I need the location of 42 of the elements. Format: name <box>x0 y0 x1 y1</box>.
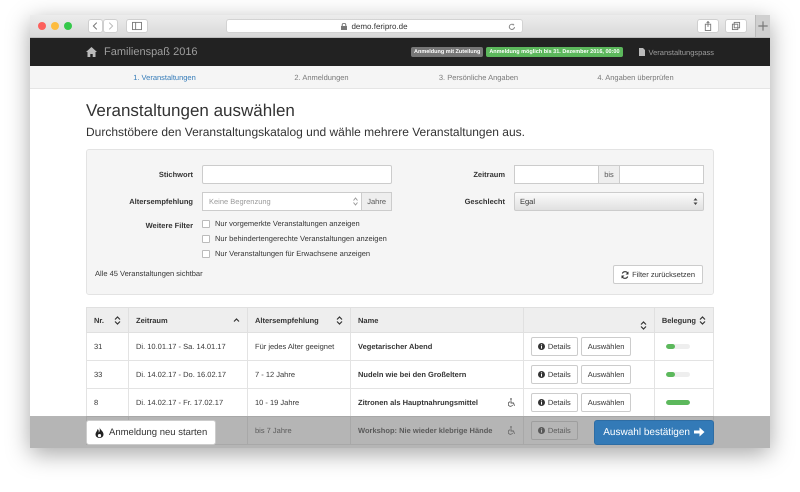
keyword-field[interactable] <box>202 165 392 184</box>
page-heading: Veranstaltungen auswählen <box>86 101 296 121</box>
address-bar[interactable]: demo.feripro.de <box>226 19 523 33</box>
arrow-right-icon <box>694 427 705 437</box>
page-subtitle: Durchstöbere den Veranstaltungskatalog und wähle mehrere Veranstaltungen aus. <box>86 125 526 139</box>
sidebar-icon[interactable] <box>126 19 148 33</box>
refresh-icon <box>621 270 630 278</box>
info-icon <box>538 371 545 378</box>
close-button[interactable] <box>38 22 46 30</box>
info-icon <box>538 343 545 350</box>
sort-icon[interactable] <box>233 316 240 324</box>
tabs-icon[interactable] <box>725 19 747 33</box>
info-icon <box>538 427 545 434</box>
occupancy-bar <box>666 372 690 377</box>
home-icon[interactable] <box>86 47 97 57</box>
occupancy-bar <box>666 344 690 349</box>
forward-icon[interactable] <box>103 19 118 33</box>
date-from-field[interactable] <box>514 165 600 184</box>
date-to-field[interactable] <box>618 165 704 184</box>
checkbox[interactable] <box>202 250 210 258</box>
dropdown-icon <box>693 197 698 206</box>
checkbox[interactable] <box>202 234 210 242</box>
back-icon[interactable] <box>88 19 103 33</box>
fire-icon <box>95 426 104 438</box>
sort-icon[interactable] <box>114 316 121 324</box>
checkbox[interactable] <box>202 220 210 228</box>
lock-icon <box>341 22 348 30</box>
brand-title[interactable]: Familienspaß 2016 <box>104 46 198 58</box>
url-text: demo.feripro.de <box>351 22 408 30</box>
new-tab-icon[interactable] <box>755 15 770 37</box>
share-icon[interactable] <box>697 19 719 33</box>
sort-icon[interactable] <box>336 316 343 324</box>
confirm-button[interactable]: Auswahl bestätigen <box>594 420 714 444</box>
sort-icon[interactable] <box>699 316 706 324</box>
restart-button[interactable]: Anmeldung neu starten <box>86 420 216 444</box>
occupancy-bar <box>666 400 690 405</box>
sort-icon[interactable] <box>640 320 647 330</box>
document-icon <box>638 48 645 56</box>
zoom-button[interactable] <box>64 22 72 30</box>
reload-icon[interactable] <box>508 22 516 30</box>
stepper-icon[interactable] <box>353 197 358 206</box>
info-icon <box>538 399 545 406</box>
